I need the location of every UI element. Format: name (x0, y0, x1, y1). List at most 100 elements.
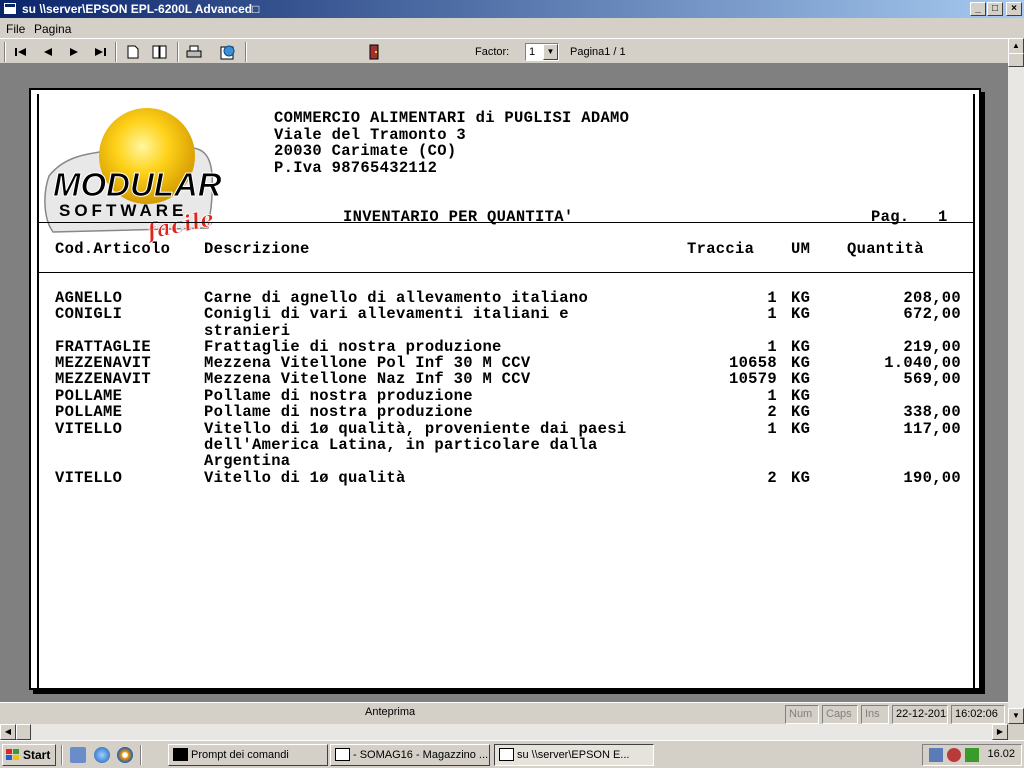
start-label: Start (23, 748, 51, 762)
row-qty: 672,00 (903, 305, 961, 323)
status-num: Num (785, 705, 819, 724)
scroll-left-icon[interactable]: ◀ (0, 724, 16, 740)
column-header-trace: Traccia (687, 240, 755, 258)
toolbar-grip (4, 42, 6, 62)
row-code: POLLAME (55, 403, 123, 421)
security-icon[interactable] (947, 748, 961, 762)
windows-logo-icon (6, 749, 19, 760)
status-caps: Caps (822, 705, 858, 724)
status-time: 16:02:06 (951, 705, 1005, 724)
menu-bar: File Pagina (0, 19, 1024, 38)
page-number: 1 (938, 208, 948, 226)
tray-app-icon[interactable] (965, 748, 979, 762)
column-header-description: Descrizione (204, 240, 310, 258)
page-label: Pag. (871, 208, 910, 226)
report-title: INVENTARIO PER QUANTITA' (343, 208, 574, 226)
show-desktop-icon[interactable] (70, 747, 86, 763)
row-code: MEZZENAVIT (55, 370, 152, 388)
toolbar: Factor: 1 ▼ Pagina1 / 1 (0, 38, 1008, 64)
company-vat: P.Iva 98765432112 (274, 159, 438, 177)
task-label: - SOMAG16 - Magazzino ... (353, 749, 489, 761)
row-qty: 569,00 (903, 370, 961, 388)
row-trace: 2 (767, 469, 777, 487)
menu-file[interactable]: File (6, 22, 25, 36)
row-code: VITELLO (55, 420, 123, 438)
print-preview-area[interactable]: MODULAR SOFTWARE facile COMMERCIO ALIMEN… (0, 64, 1008, 702)
row-um: KG (791, 403, 811, 421)
console-icon (173, 748, 188, 761)
last-page-icon[interactable] (91, 43, 109, 61)
scroll-right-icon[interactable]: ▶ (992, 724, 1008, 740)
media-player-icon[interactable] (117, 747, 133, 763)
row-description: Vitello di 1ø qualità (204, 469, 406, 487)
exit-icon[interactable] (365, 43, 383, 61)
toolbar-separator (177, 42, 179, 62)
vertical-scrollbar[interactable]: ▲ ▼ (1008, 38, 1024, 724)
row-description: Mezzena Vitellone Naz Inf 30 M CCV (204, 370, 531, 388)
row-code: CONIGLI (55, 305, 123, 323)
taskbar: Start Prompt dei comandi - SOMAG16 - Mag… (0, 740, 1024, 768)
taskbar-separator (140, 745, 142, 765)
next-page-icon[interactable] (65, 43, 83, 61)
single-page-icon[interactable] (124, 43, 142, 61)
export-icon[interactable] (219, 43, 237, 61)
row-trace: 1 (767, 420, 777, 438)
chevron-down-icon[interactable]: ▼ (543, 44, 558, 60)
status-mode: Anteprima (365, 706, 416, 718)
horizontal-scrollbar[interactable]: ◀ ▶ (0, 724, 1008, 740)
window-icon (499, 748, 514, 761)
header-rule-bottom (39, 272, 973, 273)
column-header-code: Cod.Articolo (55, 240, 171, 258)
column-header-um: UM (791, 240, 811, 258)
app-icon[interactable] (3, 2, 17, 15)
page-indicator: Pagina1 / 1 (570, 46, 626, 58)
row-trace: 1 (767, 305, 777, 323)
toolbar-separator (245, 42, 247, 62)
scrollbar-corner (1008, 724, 1024, 740)
task-prompt[interactable]: Prompt dei comandi (168, 744, 328, 766)
network-icon[interactable] (929, 748, 943, 762)
task-label: su \\server\EPSON E... (517, 749, 630, 761)
start-button[interactable]: Start (2, 744, 56, 766)
menu-pagina[interactable]: Pagina (34, 22, 71, 36)
prev-page-icon[interactable] (39, 43, 57, 61)
header-rule-top (39, 222, 973, 223)
row-qty: 190,00 (903, 469, 961, 487)
status-date: 22-12-2015 (892, 705, 948, 724)
window-icon (335, 748, 350, 761)
row-description: Conigli di vari allevamenti italiani e (204, 305, 569, 323)
row-trace: 2 (767, 403, 777, 421)
row-qty: 338,00 (903, 403, 961, 421)
column-header-qty: Quantità (847, 240, 924, 258)
row-trace: 10579 (728, 370, 777, 388)
company-city: 20030 Carimate (CO) (274, 142, 457, 160)
clock: 16.02 (987, 748, 1015, 760)
internet-explorer-icon[interactable] (94, 747, 110, 763)
scroll-down-icon[interactable]: ▼ (1008, 708, 1024, 724)
row-qty: 117,00 (903, 420, 961, 438)
print-icon[interactable] (185, 43, 203, 61)
window-title: su \\server\EPSON EPL-6200L Advanced□ (22, 2, 260, 16)
task-somag[interactable]: - SOMAG16 - Magazzino ... (330, 744, 490, 766)
maximize-button[interactable]: □ (987, 2, 1003, 16)
close-button[interactable]: × (1006, 2, 1022, 16)
two-pages-icon[interactable] (151, 43, 169, 61)
title-bar[interactable]: su \\server\EPSON EPL-6200L Advanced□ _ … (0, 0, 1024, 18)
row-um: KG (791, 420, 811, 438)
scroll-thumb[interactable] (1008, 53, 1024, 67)
task-epson-preview[interactable]: su \\server\EPSON E... (494, 744, 654, 766)
factor-select[interactable]: 1 ▼ (525, 43, 559, 61)
status-bar: Anteprima Num Caps Ins 22-12-2015 16:02:… (0, 702, 1008, 724)
row-description: Pollame di nostra produzione (204, 403, 473, 421)
row-um: KG (791, 370, 811, 388)
report-page: MODULAR SOFTWARE facile COMMERCIO ALIMEN… (29, 88, 981, 692)
row-description-cont: Argentina (204, 452, 291, 470)
system-tray: 16.02 (922, 744, 1022, 766)
minimize-button[interactable]: _ (970, 2, 986, 16)
scroll-up-icon[interactable]: ▲ (1008, 38, 1024, 54)
scroll-thumb[interactable] (16, 724, 31, 740)
row-um: KG (791, 305, 811, 323)
row-um: KG (791, 469, 811, 487)
first-page-icon[interactable] (12, 43, 30, 61)
row-code: VITELLO (55, 469, 123, 487)
